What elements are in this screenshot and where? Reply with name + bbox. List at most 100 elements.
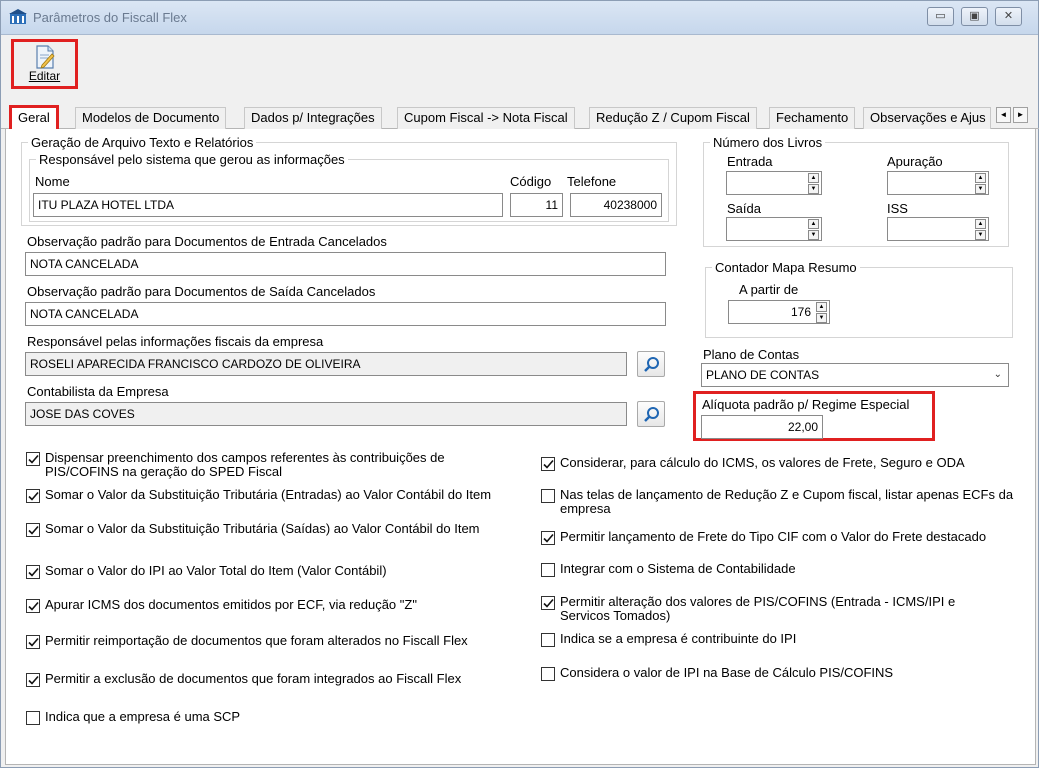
right-checkbox-7[interactable]: [541, 667, 555, 681]
livro-apuracao-label: Apuração: [887, 154, 943, 169]
checkmark-icon: [543, 533, 554, 543]
building-icon: [9, 9, 27, 24]
checkmark-icon: [28, 675, 39, 685]
right-checkbox-label-1[interactable]: Considerar, para cálculo do ICMS, os val…: [560, 456, 1039, 470]
aliquota-label: Alíquota padrão p/ Regime Especial: [702, 397, 910, 412]
obs-entrada-label: Observação padrão para Documentos de Ent…: [27, 234, 387, 249]
left-checkbox-label-7[interactable]: Permitir a exclusão de documentos que fo…: [45, 672, 515, 686]
tab-cupom-nota[interactable]: Cupom Fiscal -> Nota Fiscal: [397, 107, 575, 129]
tab-reducao-z[interactable]: Redução Z / Cupom Fiscal: [589, 107, 757, 129]
nome-field[interactable]: ITU PLAZA HOTEL LTDA: [33, 193, 503, 217]
contador-value: 176: [790, 305, 811, 319]
aliquota-field[interactable]: 22,00: [701, 415, 823, 439]
checkmark-icon: [28, 525, 39, 535]
plano-select[interactable]: PLANO DE CONTAS ⌄: [701, 363, 1009, 387]
livro-apuracao-spinner[interactable]: ▲ ▼: [975, 172, 987, 194]
window-title: Parâmetros do Fiscall Flex: [33, 10, 187, 25]
right-checkbox-label-2[interactable]: Nas telas de lançamento de Redução Z e C…: [560, 488, 1039, 516]
resp-fiscal-label: Responsável pelas informações fiscais da…: [27, 334, 324, 349]
livro-iss-label: ISS: [887, 201, 908, 216]
maximize-button[interactable]: ▣: [961, 7, 988, 26]
right-checkbox-label-4[interactable]: Integrar com o Sistema de Contabilidade: [560, 562, 1039, 576]
right-checkbox-label-6[interactable]: Indica se a empresa é contribuinte do IP…: [560, 632, 1039, 646]
left-checkbox-2[interactable]: [26, 489, 40, 503]
right-checkbox-3[interactable]: [541, 531, 555, 545]
left-checkbox-label-2[interactable]: Somar o Valor da Substituição Tributária…: [45, 488, 515, 502]
contador-spinner[interactable]: ▲ ▼: [816, 301, 828, 323]
livro-entrada-field[interactable]: ▲ ▼: [726, 171, 822, 195]
left-checkbox-label-6[interactable]: Permitir reimportação de documentos que …: [45, 634, 515, 648]
right-checkbox-6[interactable]: [541, 633, 555, 647]
resp-fiscal-lookup-button[interactable]: [637, 351, 665, 377]
livro-saida-spinner[interactable]: ▲ ▼: [808, 218, 820, 240]
close-button[interactable]: ✕: [995, 7, 1022, 26]
contador-label: A partir de: [739, 282, 799, 297]
telefone-field[interactable]: 40238000: [570, 193, 662, 217]
left-checkbox-4[interactable]: [26, 565, 40, 579]
search-icon: [644, 357, 659, 372]
checkmark-icon: [28, 491, 39, 501]
contabilista-field[interactable]: JOSE DAS COVES: [25, 402, 627, 426]
tab-strip: Geral Modelos de Documento Dados p/ Inte…: [1, 105, 1039, 130]
left-checkbox-label-5[interactable]: Apurar ICMS dos documentos emitidos por …: [45, 598, 515, 612]
geracao-group-title: Geração de Arquivo Texto e Relatórios: [31, 135, 254, 150]
obs-entrada-field[interactable]: NOTA CANCELADA: [25, 252, 666, 276]
tab-scroll-right-icon[interactable]: ►: [1013, 107, 1028, 123]
contador-group: Contador Mapa Resumo: [705, 260, 1013, 338]
edit-document-icon: [35, 45, 55, 69]
checkmark-icon: [28, 601, 39, 611]
obs-saida-field[interactable]: NOTA CANCELADA: [25, 302, 666, 326]
livro-entrada-label: Entrada: [727, 154, 773, 169]
resp-fiscal-field[interactable]: ROSELI APARECIDA FRANCISCO CARDOZO DE OL…: [25, 352, 627, 376]
left-checkbox-7[interactable]: [26, 673, 40, 687]
telefone-label: Telefone: [567, 174, 617, 189]
minimize-button[interactable]: ▭: [927, 7, 954, 26]
right-checkbox-4[interactable]: [541, 563, 555, 577]
chevron-down-icon: ⌄: [993, 369, 1002, 380]
tab-fechamento[interactable]: Fechamento: [769, 107, 856, 129]
checkmark-icon: [543, 598, 554, 608]
right-checkbox-label-3[interactable]: Permitir lançamento de Frete do Tipo CIF…: [560, 530, 1039, 544]
tab-geral[interactable]: Geral: [9, 105, 59, 130]
search-icon: [644, 407, 659, 422]
left-checkbox-5[interactable]: [26, 599, 40, 613]
responsavel-sistema-title: Responsável pelo sistema que gerou as in…: [39, 152, 345, 167]
tab-scroll-left-icon[interactable]: ◄: [996, 107, 1011, 123]
edit-button[interactable]: Editar: [11, 39, 78, 89]
livro-saida-label: Saída: [727, 201, 761, 216]
contador-field[interactable]: 176 ▲ ▼: [728, 300, 830, 324]
left-checkbox-1[interactable]: [26, 452, 40, 466]
tab-modelos-documento[interactable]: Modelos de Documento: [75, 107, 227, 129]
contabilista-label: Contabilista da Empresa: [27, 384, 169, 399]
livro-iss-field[interactable]: ▲ ▼: [887, 217, 989, 241]
livro-saida-field[interactable]: ▲ ▼: [726, 217, 822, 241]
codigo-field[interactable]: 11: [510, 193, 563, 217]
right-checkbox-2[interactable]: [541, 489, 555, 503]
right-checkbox-label-7[interactable]: Considera o valor de IPI na Base de Cálc…: [560, 666, 1039, 680]
left-checkbox-label-1[interactable]: Dispensar preenchimento dos campos refer…: [45, 451, 515, 479]
left-checkbox-label-4[interactable]: Somar o Valor do IPI ao Valor Total do I…: [45, 564, 515, 578]
checkmark-icon: [543, 459, 554, 469]
nome-label: Nome: [35, 174, 70, 189]
contador-group-title: Contador Mapa Resumo: [715, 260, 857, 275]
tab-dados-integracoes[interactable]: Dados p/ Integrações: [244, 107, 382, 129]
left-checkbox-label-8[interactable]: Indica que a empresa é uma SCP: [45, 710, 515, 724]
plano-label: Plano de Contas: [703, 347, 800, 362]
livro-entrada-spinner[interactable]: ▲ ▼: [808, 172, 820, 194]
codigo-label: Código: [510, 174, 552, 189]
livros-group-title: Número dos Livros: [713, 135, 823, 150]
left-checkbox-3[interactable]: [26, 523, 40, 537]
livro-iss-spinner[interactable]: ▲ ▼: [975, 218, 987, 240]
right-checkbox-label-5[interactable]: Permitir alteração dos valores de PIS/CO…: [560, 595, 1000, 623]
livro-apuracao-field[interactable]: ▲ ▼: [887, 171, 989, 195]
left-checkbox-label-3[interactable]: Somar o Valor da Substituição Tributária…: [45, 522, 515, 536]
left-checkbox-8[interactable]: [26, 711, 40, 725]
obs-saida-label: Observação padrão para Documentos de Saí…: [27, 284, 376, 299]
edit-button-label: Editar: [28, 69, 61, 83]
contabilista-lookup-button[interactable]: [637, 401, 665, 427]
right-checkbox-5[interactable]: [541, 596, 555, 610]
checkmark-icon: [28, 567, 39, 577]
left-checkbox-6[interactable]: [26, 635, 40, 649]
tab-observacoes[interactable]: Observações e Ajus: [863, 107, 991, 129]
right-checkbox-1[interactable]: [541, 457, 555, 471]
